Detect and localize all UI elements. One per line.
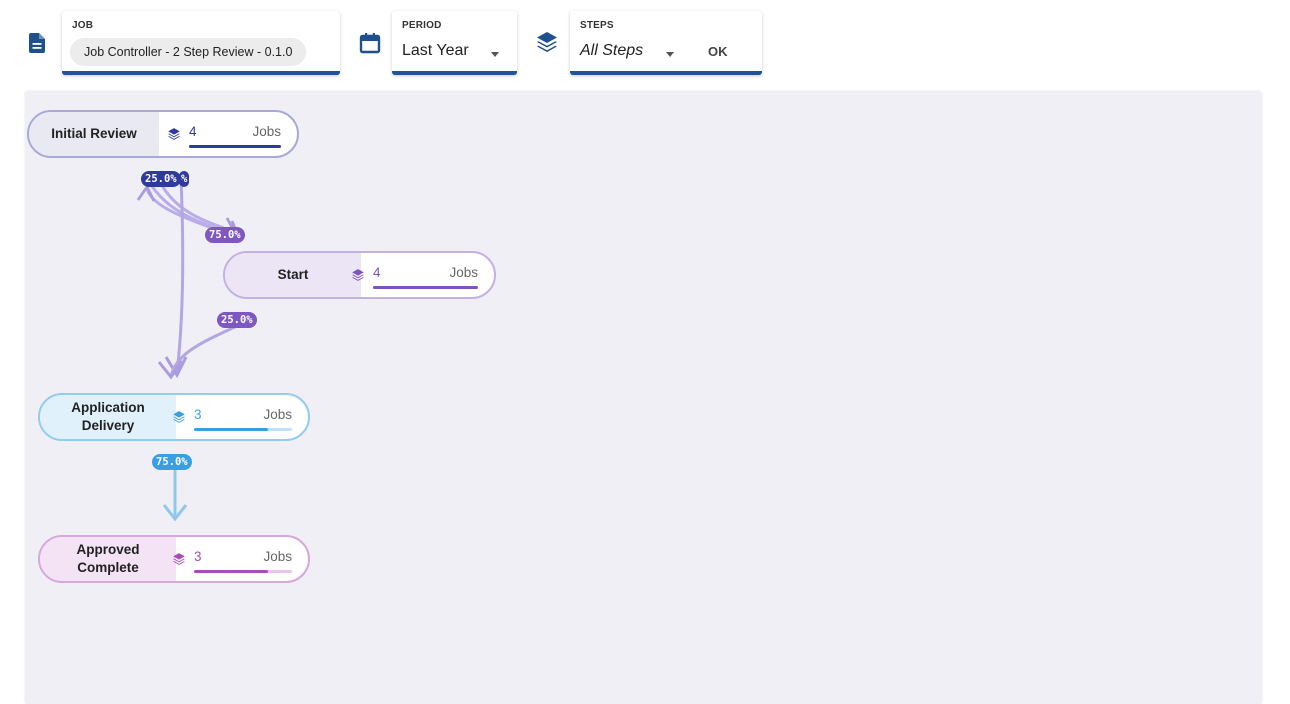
node-title: Application Delivery [40,395,176,439]
node-job-unit: Jobs [263,549,292,564]
period-selector[interactable]: PERIOD Last Year [392,11,517,75]
chevron-down-icon[interactable] [491,52,499,57]
edge-initial-review-to-application-delivery [175,178,185,374]
node-title: Initial Review [29,112,159,156]
node-job-count: 4 [373,265,381,280]
node-progress-bar [194,570,292,573]
node-stats: 4 Jobs [343,253,494,297]
toolbar: JOB Job Controller - 2 Step Review - 0.1… [0,0,1290,80]
node-job-count: 4 [189,124,197,139]
chevron-down-icon[interactable] [666,52,674,57]
node-job-unit: Jobs [252,124,281,139]
workflow-node-application-delivery[interactable]: Application Delivery 3 Jobs [38,393,310,441]
node-job-count: 3 [194,407,202,422]
node-stats: 3 Jobs [164,395,308,439]
steps-value: All Steps [580,42,644,59]
edge-label-initial-review-to-application-delivery: 25.0% [141,171,181,187]
node-job-unit: Jobs [263,407,292,422]
node-title: Approved Complete [40,537,176,581]
layers-icon [173,553,185,565]
layers-icon [537,32,557,52]
node-progress-bar [189,145,281,148]
document-icon [29,33,45,53]
ok-button[interactable]: OK [708,44,728,59]
workflow-node-approved-complete[interactable]: Approved Complete 3 Jobs [38,535,310,583]
edge-label-application-delivery-to-approved-complete: 75.0% [152,454,192,470]
layers-icon [168,128,180,140]
node-job-unit: Jobs [449,265,478,280]
job-label: JOB [72,20,94,31]
node-stats: 4 Jobs [159,112,297,156]
period-label: PERIOD [402,20,442,31]
workflow-canvas[interactable]: 75.0% 25.0% % 25.0% 75.0% Initial Review… [25,91,1262,704]
node-progress-bar [373,286,478,289]
workflow-node-initial-review[interactable]: Initial Review 4 Jobs [27,110,299,158]
node-job-count: 3 [194,549,202,564]
node-stats: 3 Jobs [164,537,308,581]
node-title: Start [225,253,361,297]
job-selector[interactable]: JOB Job Controller - 2 Step Review - 0.1… [62,11,340,75]
workflow-node-start[interactable]: Start 4 Jobs [223,251,496,299]
node-progress-bar [194,428,292,431]
job-chip[interactable]: Job Controller - 2 Step Review - 0.1.0 [70,38,307,66]
layers-icon [173,411,185,423]
layers-icon [352,269,364,281]
edge-label-start-to-initial-review: % [179,171,190,187]
period-value: Last Year [402,42,469,59]
edge-label-initial-review-to-start: 75.0% [205,227,245,243]
steps-selector[interactable]: STEPS All Steps OK [570,11,762,75]
edge-label-start-to-application-delivery: 25.0% [217,312,257,328]
steps-label: STEPS [580,20,614,31]
calendar-icon [359,33,381,54]
